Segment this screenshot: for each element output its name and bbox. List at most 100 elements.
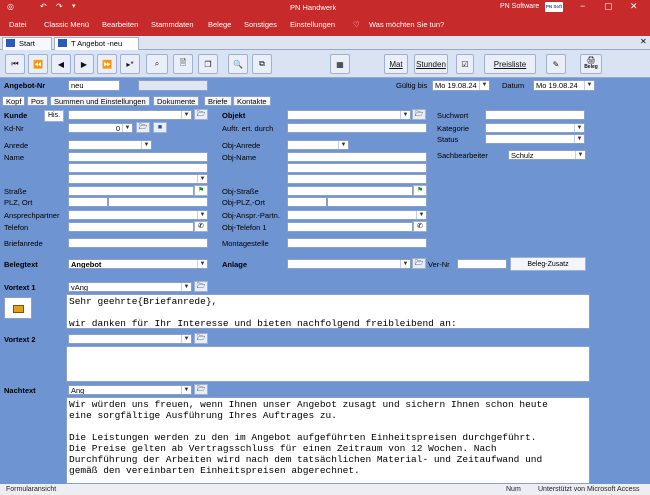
chevron-down-icon[interactable]: ▼ bbox=[181, 283, 191, 291]
nachtext-folder-button[interactable]: 🗁 bbox=[194, 384, 208, 395]
menu-stammdaten[interactable]: Stammdaten bbox=[151, 20, 194, 29]
telefon-field[interactable] bbox=[68, 222, 194, 232]
tab-briefe[interactable]: Briefe bbox=[204, 96, 232, 106]
gueltig-bis-field[interactable]: Mo 19.08.24 ▼ bbox=[432, 80, 490, 91]
next-page-button[interactable]: ⏩ bbox=[97, 54, 117, 74]
chevron-down-icon[interactable]: ▼ bbox=[400, 111, 410, 119]
chevron-down-icon[interactable]: ▼ bbox=[479, 81, 489, 90]
chevron-down-icon[interactable]: ▼ bbox=[197, 175, 207, 183]
obj-phone-button[interactable]: ✆ bbox=[413, 221, 427, 232]
angebot-nr-field[interactable]: neu bbox=[68, 80, 120, 91]
first-record-button[interactable]: ⏮ bbox=[5, 54, 25, 74]
tab-kontakte[interactable]: Kontakte bbox=[233, 96, 271, 106]
notes-button[interactable]: ✎ bbox=[546, 54, 566, 74]
ort-field[interactable] bbox=[108, 197, 208, 207]
vernr-field[interactable] bbox=[457, 259, 507, 269]
calculator-button[interactable]: ▦ bbox=[330, 54, 350, 74]
stunden-button[interactable]: Stunden bbox=[414, 54, 448, 74]
suchwort-field[interactable] bbox=[485, 110, 585, 120]
kunde-select[interactable]: ▼ bbox=[68, 110, 192, 120]
obj-ort-field[interactable] bbox=[327, 197, 427, 207]
obj-strasse-field[interactable] bbox=[287, 186, 413, 196]
objekt-folder-button[interactable]: 🗁 bbox=[412, 109, 426, 120]
kategorie-select[interactable]: ▼ bbox=[485, 123, 585, 133]
vortext1-folder-button[interactable]: 🗁 bbox=[194, 281, 208, 292]
vortext2-select[interactable]: ▼ bbox=[68, 334, 192, 344]
obj-plz-field[interactable] bbox=[287, 197, 327, 207]
kdnr-field[interactable]: 0 ▼ bbox=[68, 123, 133, 133]
chevron-down-icon[interactable]: ▼ bbox=[584, 81, 594, 90]
chevron-down-icon[interactable]: ▼ bbox=[197, 211, 207, 219]
name-field-3[interactable]: ▼ bbox=[68, 174, 208, 184]
nachtext-textarea[interactable]: Wir würden uns freuen, wenn Ihnen unser … bbox=[66, 397, 590, 484]
auftr-field[interactable] bbox=[287, 123, 427, 133]
tab-start[interactable]: Start bbox=[2, 37, 52, 50]
menu-sonstiges[interactable]: Sonstiges bbox=[244, 20, 277, 29]
chevron-down-icon[interactable]: ▼ bbox=[181, 335, 191, 343]
chevron-down-icon[interactable]: ▼ bbox=[400, 260, 410, 268]
redo-icon[interactable]: ↷ bbox=[56, 2, 63, 11]
name-field-2[interactable] bbox=[68, 163, 208, 173]
plz-field[interactable] bbox=[68, 197, 108, 207]
prev-record-button[interactable]: ◀ bbox=[51, 54, 71, 74]
vortext2-textarea[interactable] bbox=[66, 346, 590, 382]
nachtext-select[interactable]: Ang ▼ bbox=[68, 385, 192, 395]
map-button[interactable]: ⚑ bbox=[194, 185, 208, 196]
vortext1-select[interactable]: vAng ▼ bbox=[68, 282, 192, 292]
vortext2-folder-button[interactable]: 🗁 bbox=[194, 333, 208, 344]
vortext1-textarea[interactable]: Sehr geehrte{Briefanrede}, wir danken für… bbox=[66, 294, 590, 329]
tab-kopf[interactable]: Kopf bbox=[2, 96, 26, 106]
beleg-zusatz-button[interactable]: Beleg-Zusatz bbox=[510, 257, 586, 271]
name-field-1[interactable] bbox=[68, 152, 208, 162]
status-select[interactable]: ▼ bbox=[485, 134, 585, 144]
tab-dokumente[interactable]: Dokumente bbox=[153, 96, 200, 106]
chevron-down-icon[interactable]: ▼ bbox=[122, 124, 132, 132]
next-record-button[interactable]: ▶ bbox=[74, 54, 94, 74]
obj-map-button[interactable]: ⚑ bbox=[413, 185, 427, 196]
obj-name-field-1[interactable] bbox=[287, 152, 427, 162]
vortext1-insert-button[interactable] bbox=[4, 297, 32, 319]
anlage-select[interactable]: ▼ bbox=[287, 259, 411, 269]
undo-icon[interactable]: ↶ bbox=[40, 2, 47, 11]
tab-angebot[interactable]: T Angebot -neu bbox=[54, 37, 139, 50]
tab-pos[interactable]: Pos bbox=[27, 96, 48, 106]
tabbar-close-icon[interactable]: ✕ bbox=[640, 37, 647, 46]
chevron-down-icon[interactable]: ▼ bbox=[574, 124, 584, 132]
new-record-button[interactable]: ▸* bbox=[120, 54, 140, 74]
chevron-down-icon[interactable]: ▼ bbox=[197, 260, 207, 268]
montage-field[interactable] bbox=[287, 238, 427, 248]
chevron-down-icon[interactable]: ▼ bbox=[574, 135, 584, 143]
menu-einstellungen[interactable]: Einstellungen bbox=[290, 20, 335, 29]
preisliste-button[interactable]: Preisliste bbox=[484, 54, 536, 74]
briefanrede-field[interactable] bbox=[68, 238, 208, 248]
datum-field[interactable]: Mo 19.08.24 ▼ bbox=[533, 80, 595, 91]
obj-name-field-2[interactable] bbox=[287, 163, 427, 173]
chevron-down-icon[interactable]: ▼ bbox=[416, 211, 426, 219]
menu-datei[interactable]: Datei bbox=[9, 20, 27, 29]
obj-anrede-select[interactable]: ▼ bbox=[287, 140, 349, 150]
sachbearbeiter-select[interactable]: Schulz ▼ bbox=[508, 150, 586, 160]
quick-access-icon[interactable]: ▾ bbox=[72, 2, 76, 10]
chevron-down-icon[interactable]: ▼ bbox=[575, 151, 585, 159]
obj-tel-field[interactable] bbox=[287, 222, 413, 232]
checklist-button[interactable]: ☑ bbox=[456, 54, 474, 74]
obj-ansp-select[interactable]: ▼ bbox=[287, 210, 427, 220]
prev-page-button[interactable]: ⏪ bbox=[28, 54, 48, 74]
chevron-down-icon[interactable]: ▼ bbox=[141, 141, 151, 149]
obj-name-field-3[interactable] bbox=[287, 174, 427, 184]
chevron-down-icon[interactable]: ▼ bbox=[338, 141, 348, 149]
strasse-field[interactable] bbox=[68, 186, 194, 196]
kunde-folder-button[interactable]: 🗁 bbox=[194, 109, 208, 120]
tab-summen[interactable]: Summen und Einstellungen bbox=[50, 96, 150, 106]
beleg-button[interactable]: 🖨 Beleg bbox=[580, 54, 602, 74]
preview-button[interactable]: 🔍 bbox=[228, 54, 248, 74]
menu-classic[interactable]: Classic Menü bbox=[44, 20, 89, 29]
anlage-folder-button[interactable]: 🗁 bbox=[412, 258, 426, 269]
print-button[interactable]: ⧉ bbox=[252, 54, 272, 74]
app-menu-icon[interactable]: ◎ bbox=[7, 2, 14, 11]
copy-button[interactable]: ❐ bbox=[198, 54, 218, 74]
kdnr-folder-button[interactable]: 🗁 bbox=[136, 122, 150, 133]
objekt-select[interactable]: ▼ bbox=[287, 110, 411, 120]
restore-icon[interactable]: ▢ bbox=[604, 1, 613, 12]
his-button[interactable]: His. bbox=[44, 110, 64, 122]
